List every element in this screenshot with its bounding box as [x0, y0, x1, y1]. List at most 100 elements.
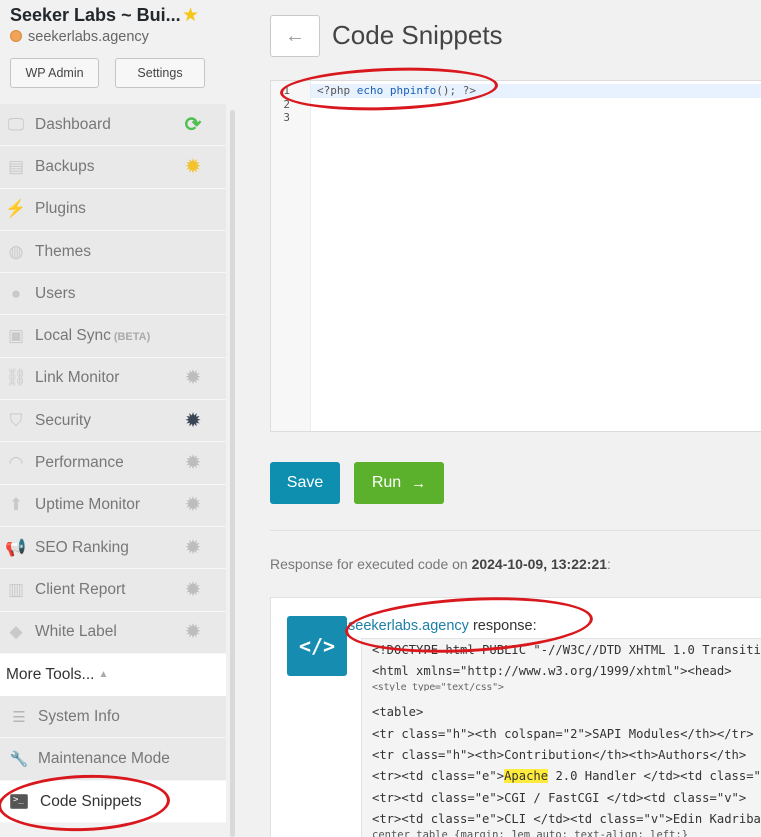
archive-icon: ▤ [7, 156, 25, 176]
user-icon: ● [10, 283, 22, 303]
sidebar-item-plugins[interactable]: ⚡ Plugins [0, 188, 226, 231]
sidebar-item-label: Plugins [35, 200, 86, 218]
monitor-icon: 🖵 [7, 114, 25, 134]
list-icon: ☰ [12, 708, 26, 726]
divider [270, 530, 761, 531]
wp-admin-button[interactable]: WP Admin [10, 58, 99, 88]
site-url-text: seekerlabs.agency [28, 29, 149, 45]
gear-icon[interactable]: ✹ [183, 368, 203, 388]
sidebar-item-maintenance-mode[interactable]: 🔧 Maintenance Mode [0, 738, 226, 781]
gear-icon[interactable]: ✹ [183, 453, 203, 473]
sidebar: Seeker Labs ~ Bui... ★ seekerlabs.agency… [0, 0, 240, 837]
sidebar-item-label: System Info [38, 707, 120, 725]
response-timestamp-line: Response for executed code on 2024-10-09… [270, 556, 611, 572]
sidebar-item-dashboard[interactable]: 🖵 Dashboard ⟳ [0, 104, 226, 147]
sidebar-item-uptime-monitor[interactable]: ⬆ Uptime Monitor ✹ [0, 484, 226, 527]
code-token-function: phpinfo [389, 84, 437, 97]
output-line: <tr class="h"><th>Contribution</th><th>A… [372, 748, 747, 762]
site-header: Seeker Labs ~ Bui... ★ seekerlabs.agency… [0, 0, 240, 100]
sidebar-item-label: Users [35, 284, 76, 302]
sidebar-item-seo-ranking[interactable]: 📢 SEO Ranking ✹ [0, 526, 226, 570]
output-line: <tr class="h"><th colspan="2">SAPI Modul… [372, 727, 754, 741]
page-title: Code Snippets [332, 20, 503, 50]
sync-box-icon: ▣ [7, 326, 25, 346]
sidebar-item-system-info[interactable]: ☰ System Info [0, 695, 226, 739]
chart-icon: ▥ [7, 579, 25, 599]
code-editor[interactable]: 1 2 3 <?php echo phpinfo(); ?> [270, 80, 761, 432]
sidebar-item-white-label[interactable]: ◆ White Label ✹ [0, 611, 226, 654]
megaphone-icon: 📢 [5, 537, 27, 557]
sidebar-item-label: Dashboard [35, 115, 111, 133]
gear-icon[interactable]: ✹ [183, 495, 203, 515]
output-line: <html xmlns="http://www.w3.org/1999/xhtm… [372, 664, 732, 678]
site-title[interactable]: Seeker Labs ~ Bui... [10, 5, 181, 26]
arrow-left-icon: ← [285, 24, 305, 47]
response-title-suffix: response: [468, 618, 537, 634]
sidebar-nav: 🖵 Dashboard ⟳ ▤ Backups ✹ ⚡ Plugins ◍ Th… [0, 104, 226, 824]
site-url[interactable]: seekerlabs.agency [10, 29, 149, 45]
plug-icon: ⚡ [5, 199, 27, 219]
line-number: 2 [283, 97, 290, 111]
beta-badge: (BETA) [113, 331, 151, 344]
sidebar-scrollbar[interactable] [230, 110, 235, 837]
output-fragment: 2.0 Handler </td><td class="v"> [548, 769, 761, 783]
sidebar-item-label: Link Monitor [35, 369, 120, 387]
link-icon: ⛓ [5, 368, 27, 388]
output-fragment: <tr><td class="e"> [372, 769, 505, 783]
sidebar-item-local-sync[interactable]: ▣ Local Sync (BETA) [0, 315, 226, 358]
sidebar-item-label: Code Snippets [40, 792, 142, 810]
more-tools-toggle[interactable]: More Tools... ▲ [0, 653, 226, 696]
sidebar-item-label: SEO Ranking [35, 538, 129, 556]
shield-icon: ⛉ [9, 410, 23, 430]
gear-icon[interactable]: ✹ [183, 157, 203, 177]
save-button[interactable]: Save [270, 462, 340, 504]
star-icon[interactable]: ★ [182, 4, 199, 27]
gear-icon[interactable]: ✹ [183, 411, 203, 431]
highlighted-term: Apache [504, 769, 549, 783]
line-number-gutter: 1 2 3 [271, 81, 311, 431]
sidebar-item-performance[interactable]: ◠ Performance ✹ [0, 442, 226, 485]
gauge-icon: ◠ [8, 453, 24, 473]
sidebar-item-label: Themes [35, 242, 91, 260]
tag-icon: ◆ [9, 622, 23, 642]
sidebar-item-code-snippets[interactable]: >_ Code Snippets [0, 780, 226, 824]
globe-icon [10, 30, 22, 42]
sidebar-item-users[interactable]: ● Users [0, 273, 226, 316]
main-panel: ← Code Snippets 1 2 3 <?php echo phpinfo… [240, 0, 761, 837]
response-title: seekerlabs.agency response: [348, 618, 537, 634]
sidebar-item-themes[interactable]: ◍ Themes [0, 230, 226, 274]
output-line: <tr><td class="e">CLI </td><td class="v"… [372, 812, 761, 826]
response-site-link[interactable]: seekerlabs.agency [348, 618, 469, 634]
sidebar-item-label: Security [35, 411, 91, 429]
code-token-tag: <?php [317, 84, 357, 97]
more-tools-label: More Tools... [6, 665, 95, 683]
sidebar-item-label: Backups [35, 157, 95, 175]
caret-up-icon: ▲ [98, 669, 109, 681]
output-line: <table> [372, 705, 424, 719]
sidebar-item-label: Performance [35, 454, 124, 472]
gear-icon[interactable]: ✹ [183, 622, 203, 642]
run-button[interactable]: Run → [354, 462, 444, 504]
gear-icon[interactable]: ✹ [183, 538, 203, 558]
sidebar-item-label: Client Report [35, 580, 126, 598]
palette-icon: ◍ [8, 241, 24, 261]
response-timestamp: 2024-10-09, 13:22:21 [471, 556, 608, 572]
sidebar-item-label: Maintenance Mode [38, 750, 170, 768]
sidebar-item-link-monitor[interactable]: ⛓ Link Monitor ✹ [0, 357, 226, 401]
refresh-icon[interactable]: ⟳ [183, 115, 203, 135]
code-line[interactable]: <?php echo phpinfo(); ?> [317, 84, 476, 98]
output-line: <style type="text/css"> [372, 682, 504, 691]
back-button[interactable]: ← [270, 15, 320, 57]
output-line: <tr><td class="e">CGI / FastCGI </td><td… [372, 791, 747, 805]
run-label: Run [371, 474, 402, 491]
gear-icon[interactable]: ✹ [183, 580, 203, 600]
output-line: <!DOCTYPE html PUBLIC "-//W3C//DTD XHTML… [372, 643, 761, 657]
sidebar-item-backups[interactable]: ▤ Backups ✹ [0, 146, 226, 189]
settings-button[interactable]: Settings [115, 58, 205, 88]
wrench-icon: 🔧 [9, 751, 29, 769]
arrow-up-icon: ⬆ [8, 495, 24, 515]
response-output[interactable]: <!DOCTYPE html PUBLIC "-//W3C//DTD XHTML… [361, 638, 761, 837]
sidebar-item-client-report[interactable]: ▥ Client Report ✹ [0, 569, 226, 612]
sidebar-item-security[interactable]: ⛉ Security ✹ [0, 400, 226, 443]
local-sync-label: Local Sync [35, 327, 111, 345]
